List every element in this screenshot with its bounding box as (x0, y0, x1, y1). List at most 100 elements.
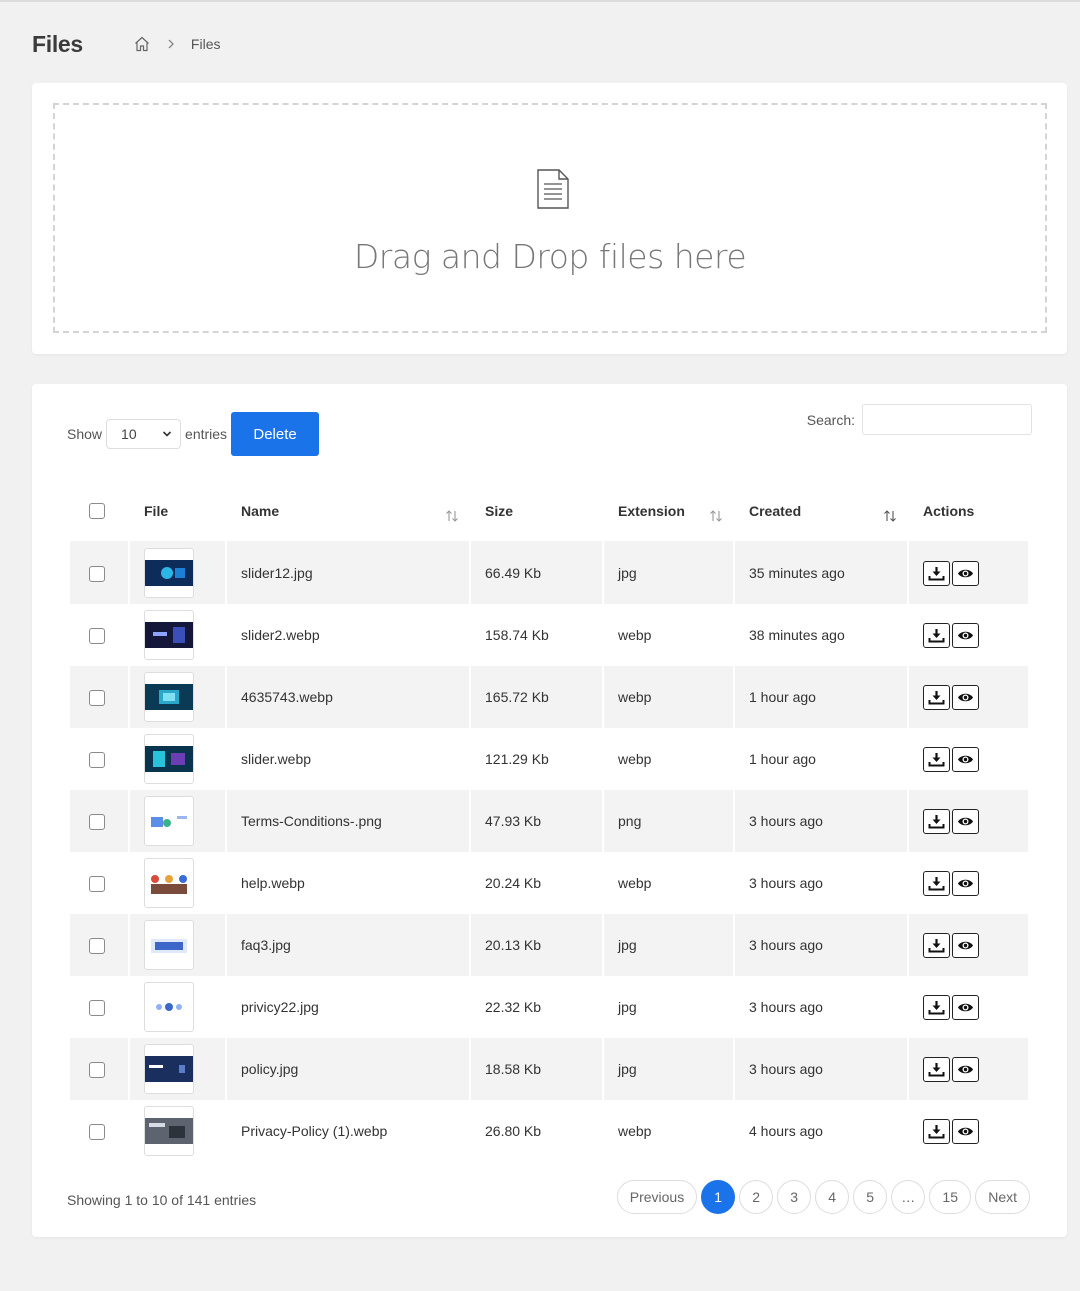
file-size: 121.29 Kb (485, 751, 549, 767)
row-checkbox[interactable] (89, 875, 105, 892)
page-length-select[interactable]: 10 (106, 419, 182, 449)
download-button[interactable] (923, 1056, 950, 1082)
row-checkbox[interactable] (89, 689, 105, 706)
row-select-cell (70, 542, 128, 604)
row-checkbox[interactable] (89, 937, 105, 954)
table-row: slider.webp 121.29 Kb webp 1 hour ago (70, 728, 1028, 790)
file-actions (909, 604, 1028, 666)
chevron-down-icon (162, 431, 172, 437)
dropzone[interactable]: Drag and Drop files here (53, 103, 1047, 333)
table-info: Showing 1 to 10 of 141 entries (67, 1192, 257, 1208)
eye-icon (958, 879, 973, 887)
eye-icon (958, 693, 973, 701)
column-extension[interactable]: Extension (604, 480, 733, 542)
view-button[interactable] (952, 808, 979, 834)
file-thumbnail (144, 982, 194, 1032)
row-select-cell (70, 1038, 128, 1100)
file-extension: jpg (618, 999, 637, 1015)
file-thumbnail-cell (130, 1038, 225, 1100)
row-checkbox[interactable] (89, 627, 105, 644)
download-button[interactable] (923, 932, 950, 958)
show-label: Show (67, 426, 103, 442)
download-button[interactable] (923, 746, 950, 772)
download-button[interactable] (923, 808, 950, 834)
eye-icon (958, 817, 973, 825)
download-button[interactable] (923, 684, 950, 710)
file-extension: png (604, 790, 733, 852)
next-page-button[interactable]: Next (975, 1180, 1030, 1214)
file-thumbnail-cell (130, 976, 225, 1038)
page-length-value: 10 (121, 426, 137, 442)
select-all-checkbox[interactable] (89, 503, 105, 520)
view-button[interactable] (952, 1118, 979, 1144)
download-button[interactable] (923, 994, 950, 1020)
view-button[interactable] (952, 994, 979, 1020)
download-button[interactable] (923, 1118, 950, 1144)
file-created: 38 minutes ago (749, 627, 845, 643)
row-checkbox[interactable] (89, 565, 105, 582)
download-icon (928, 814, 945, 828)
page-button-3[interactable]: 3 (777, 1180, 812, 1214)
view-button[interactable] (952, 622, 979, 648)
download-button[interactable] (923, 560, 950, 586)
view-button[interactable] (952, 560, 979, 586)
sort-icon (446, 510, 458, 522)
image-thumbnail (145, 622, 193, 648)
previous-page-button[interactable]: Previous (616, 1180, 698, 1214)
file-name: Privacy-Policy (1).webp (241, 1123, 388, 1139)
file-size: 26.80 Kb (485, 1123, 542, 1139)
file-name: 4635743.webp (227, 666, 469, 728)
dropzone-text: Drag and Drop files here (353, 237, 747, 276)
row-checkbox[interactable] (89, 1061, 105, 1078)
eye-icon (958, 1127, 973, 1135)
home-icon[interactable] (133, 35, 151, 53)
file-actions (909, 728, 1028, 790)
row-checkbox[interactable] (89, 999, 105, 1016)
files-table: File Name Size Extension Created Actions… (68, 480, 1030, 1162)
column-size-label: Size (485, 502, 514, 519)
file-thumbnail (144, 1044, 194, 1094)
table-row: policy.jpg 18.58 Kb jpg 3 hours ago (70, 1038, 1028, 1100)
page-button-1[interactable]: 1 (701, 1180, 736, 1214)
file-thumbnail (144, 672, 194, 722)
row-checkbox[interactable] (89, 813, 105, 830)
file-actions (909, 1038, 1028, 1100)
view-button[interactable] (952, 870, 979, 896)
search-label: Search: (806, 411, 855, 428)
column-file-label: File (144, 502, 169, 519)
page-button-15[interactable]: 15 (929, 1180, 972, 1214)
file-created: 1 hour ago (735, 666, 907, 728)
select-all-header (70, 480, 128, 542)
column-created[interactable]: Created (735, 480, 907, 542)
row-select-cell (70, 728, 128, 790)
row-checkbox[interactable] (89, 1123, 105, 1140)
eye-icon (958, 569, 973, 577)
column-name[interactable]: Name (227, 480, 469, 542)
view-button[interactable] (952, 684, 979, 710)
page-button-4[interactable]: 4 (815, 1180, 850, 1214)
view-button[interactable] (952, 932, 979, 958)
delete-button[interactable]: Delete (231, 412, 320, 456)
page-button-5[interactable]: 5 (853, 1180, 888, 1214)
search-input[interactable] (862, 404, 1032, 435)
sort-icon (884, 510, 896, 522)
download-icon (928, 752, 945, 766)
table-row: 4635743.webp 165.72 Kb webp 1 hour ago (70, 666, 1028, 728)
page-header: Files Files (32, 28, 220, 60)
file-name: Terms-Conditions-.png (227, 790, 469, 852)
download-button[interactable] (923, 870, 950, 896)
view-button[interactable] (952, 1056, 979, 1082)
view-button[interactable] (952, 746, 979, 772)
file-created: 3 hours ago (735, 790, 907, 852)
file-thumbnail-cell (130, 790, 225, 852)
file-created: 35 minutes ago (735, 542, 907, 604)
row-select-cell (70, 852, 128, 914)
eye-icon (958, 1003, 973, 1011)
file-created: 3 hours ago (735, 1038, 907, 1100)
file-extension: jpg (604, 914, 733, 976)
image-thumbnail (145, 560, 193, 586)
file-thumbnail (144, 1106, 194, 1156)
download-button[interactable] (923, 622, 950, 648)
row-checkbox[interactable] (89, 751, 105, 768)
page-button-2[interactable]: 2 (739, 1180, 774, 1214)
